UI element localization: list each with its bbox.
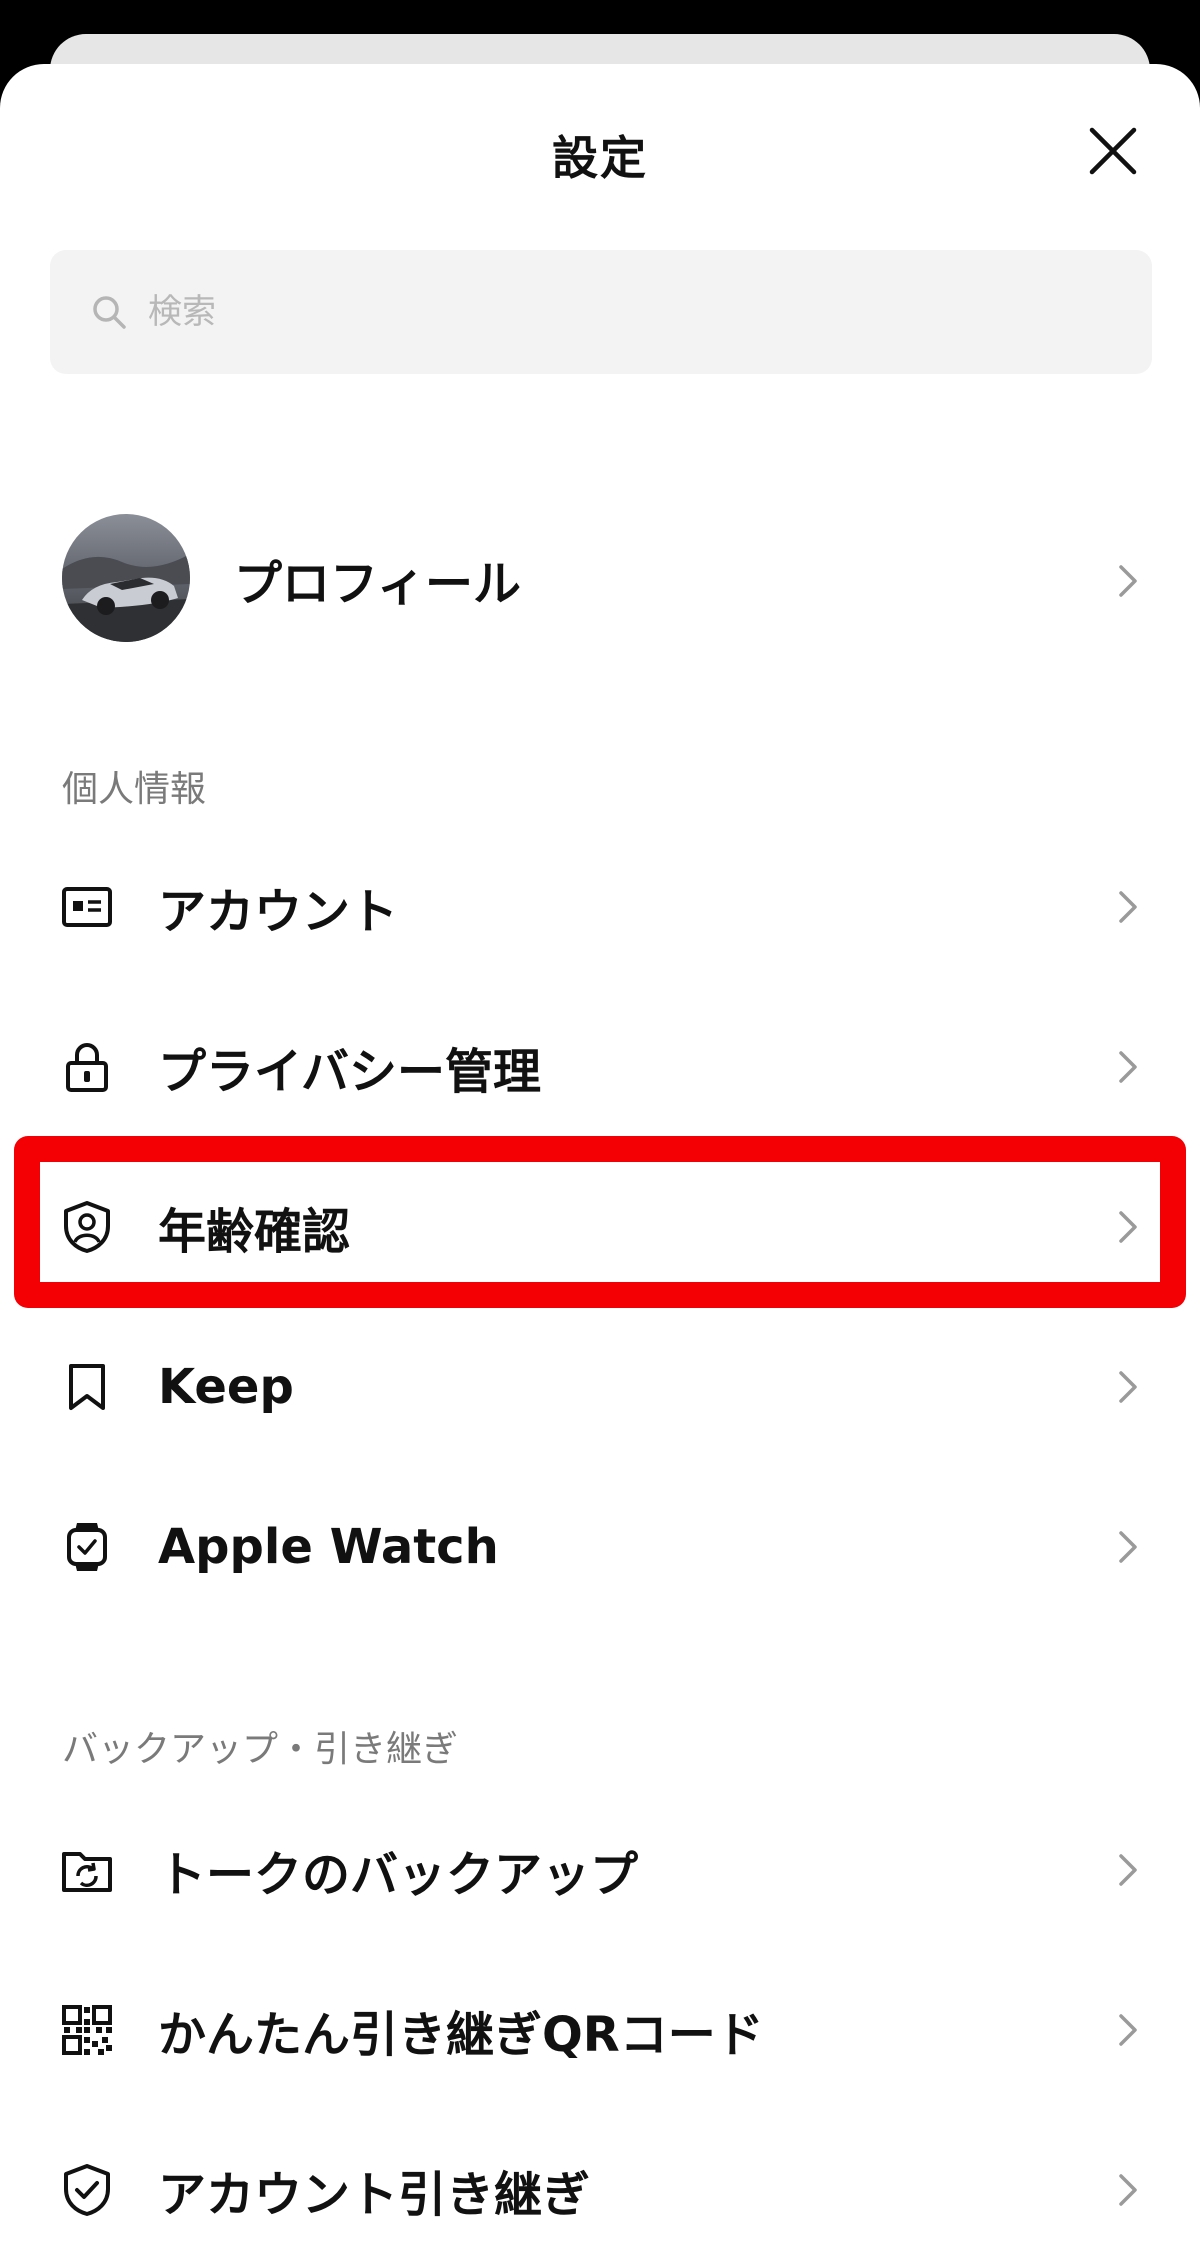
row-label: プライバシー管理 bbox=[158, 1044, 542, 1100]
folder-sync-icon bbox=[58, 1841, 116, 1899]
watch-icon bbox=[58, 1518, 116, 1576]
chevron-right-icon bbox=[1119, 1371, 1137, 1403]
row-label: アカウント引き継ぎ bbox=[158, 2167, 591, 2223]
close-button[interactable] bbox=[1080, 118, 1146, 184]
shield-person-icon bbox=[58, 1198, 116, 1256]
row-apple-watch[interactable]: Apple Watch bbox=[0, 1472, 1200, 1622]
row-label: Apple Watch bbox=[158, 1519, 499, 1575]
row-label: 年齢確認 bbox=[158, 1204, 351, 1260]
chevron-right-icon bbox=[1119, 1211, 1137, 1243]
search-icon bbox=[93, 296, 126, 329]
row-account[interactable]: アカウント bbox=[0, 832, 1200, 982]
chevron-right-icon bbox=[1119, 2174, 1137, 2206]
row-label: トークのバックアップ bbox=[158, 1847, 639, 1903]
row-label: Keep bbox=[158, 1359, 294, 1415]
row-account-transfer[interactable]: アカウント引き継ぎ bbox=[0, 2115, 1200, 2265]
row-privacy[interactable]: プライバシー管理 bbox=[0, 992, 1200, 1142]
row-label: かんたん引き継ぎQRコード bbox=[158, 2007, 764, 2063]
row-qr-transfer[interactable]: かんたん引き継ぎQRコード bbox=[0, 1955, 1200, 2105]
bookmark-icon bbox=[58, 1358, 116, 1416]
id-card-icon bbox=[58, 878, 116, 936]
chevron-right-icon bbox=[1119, 1854, 1137, 1886]
page-title: 設定 bbox=[552, 131, 648, 185]
chevron-right-icon bbox=[1119, 565, 1137, 597]
chevron-right-icon bbox=[1119, 891, 1137, 923]
row-keep[interactable]: Keep bbox=[0, 1312, 1200, 1462]
header: 設定 bbox=[0, 64, 1200, 234]
lock-icon bbox=[58, 1038, 116, 1096]
chevron-right-icon bbox=[1119, 1051, 1137, 1083]
search-input[interactable] bbox=[146, 291, 1050, 333]
close-icon bbox=[1089, 127, 1137, 175]
section-header-personal: 個人情報 bbox=[62, 769, 207, 810]
section-header-backup: バックアップ・引き継ぎ bbox=[62, 1729, 459, 1770]
shield-check-icon bbox=[58, 2161, 116, 2219]
row-talk-backup[interactable]: トークのバックアップ bbox=[0, 1795, 1200, 1945]
screen: 設定 検索 プロフィール 個人情報 アカウント プライバシー管理 年齢確認 Ke… bbox=[0, 0, 1200, 2268]
avatar bbox=[62, 514, 190, 642]
qr-code-icon bbox=[58, 2001, 116, 2059]
settings-sheet: 設定 検索 プロフィール 個人情報 アカウント プライバシー管理 年齢確認 Ke… bbox=[0, 64, 1200, 2268]
row-label: アカウント bbox=[158, 884, 399, 940]
chevron-right-icon bbox=[1119, 2014, 1137, 2046]
chevron-right-icon bbox=[1119, 1531, 1137, 1563]
search-bar[interactable] bbox=[50, 250, 1152, 374]
row-age-verification[interactable]: 年齢確認 bbox=[0, 1152, 1200, 1302]
profile-label: プロフィール bbox=[234, 556, 522, 612]
